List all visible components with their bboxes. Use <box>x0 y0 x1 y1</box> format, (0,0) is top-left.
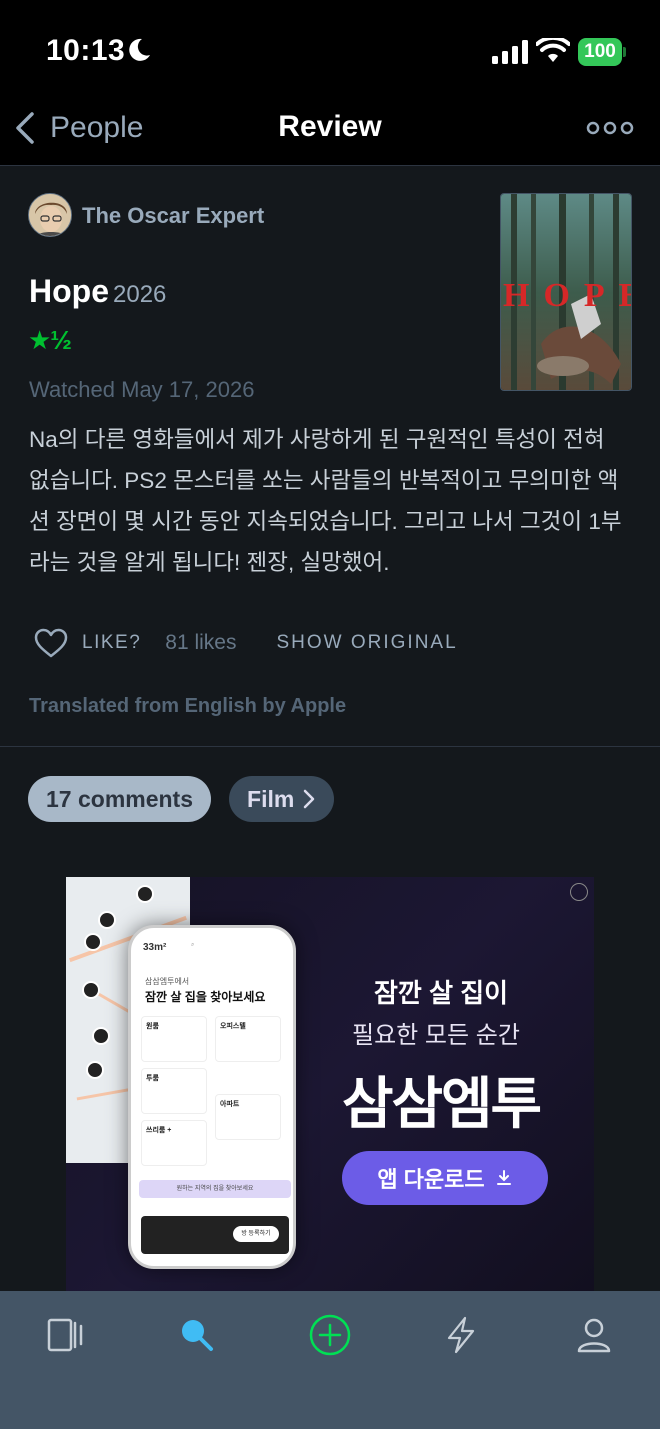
search-icon <box>182 1320 213 1351</box>
review-body: Na의 다른 영화들에서 제가 사랑하게 된 구원적인 특성이 전혀 없습니다.… <box>29 427 622 575</box>
download-icon <box>496 1170 511 1185</box>
lightning-icon <box>447 1316 475 1354</box>
activity-icon <box>47 1318 83 1352</box>
likes-count[interactable]: 81 likes <box>165 631 236 655</box>
ad-phone-subtitle: 삼삼엠투에서 <box>145 977 190 986</box>
avatar[interactable] <box>28 193 72 237</box>
review-actions: LIKE? 81 likes SHOW ORIGINAL <box>34 625 458 661</box>
profile-icon <box>577 1318 611 1353</box>
ad-phone-bar: 원하는 지역의 집을 찾아보세요 <box>139 1180 291 1198</box>
tab-search[interactable] <box>164 1311 230 1359</box>
ad-phone-title: 잠깐 살 집을 찾아보세요 <box>145 990 266 1004</box>
nav-bar: People Review <box>0 100 660 166</box>
ad-card: 투룸 <box>141 1068 207 1114</box>
ad-subheadline: 필요한 모든 순간 <box>352 1022 520 1049</box>
status-time: 10:13 <box>46 34 126 67</box>
tab-activity[interactable] <box>33 1311 99 1359</box>
wifi-icon <box>536 38 570 62</box>
status-bar: 10:13 100 <box>0 0 660 100</box>
film-pill-label: Film <box>247 785 295 812</box>
film-title[interactable]: Hope 2026 <box>29 273 166 310</box>
moon-icon <box>129 38 150 61</box>
film-title-text: Hope <box>29 273 109 309</box>
ad-download-label: 앱 다운로드 <box>377 1167 485 1192</box>
rating-stars: ★½ <box>28 325 72 355</box>
ad-phone-banner: 방 등록하기 <box>141 1216 289 1254</box>
ad-info-icon[interactable] <box>570 883 588 901</box>
poster-title-text: HOPE <box>503 277 632 314</box>
translation-note: Translated from English by Apple <box>29 695 347 717</box>
ad-card: 오피스텔 <box>215 1016 281 1062</box>
poster-image: HOPE <box>501 194 632 390</box>
ad-download-button[interactable]: 앱 다운로드 <box>342 1151 548 1205</box>
signal-icon <box>492 40 528 64</box>
ad-headline: 잠깐 살 집이 <box>374 978 509 1008</box>
add-icon <box>309 1314 351 1356</box>
comments-pill[interactable]: 17 comments <box>28 776 212 822</box>
ad-card: 원룸 <box>141 1016 207 1062</box>
show-original-button[interactable]: SHOW ORIGINAL <box>276 632 457 654</box>
tab-lightning[interactable] <box>428 1311 494 1359</box>
tab-bar <box>0 1291 660 1429</box>
ad-phone-logo: 33m² <box>143 942 167 953</box>
reviewer-name[interactable]: The Oscar Expert <box>82 203 264 229</box>
advertisement[interactable]: 33m² ⌕ 삼삼엠투에서 잠깐 살 집을 찾아보세요 원룸 오피스텔 투룸 아… <box>66 877 594 1291</box>
ad-card: 쓰리룸 + <box>141 1120 207 1166</box>
battery-level: 100 <box>578 38 622 66</box>
avatar-image <box>29 194 71 236</box>
watched-date: Watched May 17, 2026 <box>29 377 255 402</box>
tab-profile[interactable] <box>561 1311 627 1359</box>
like-button[interactable]: LIKE? <box>82 632 141 654</box>
ad-phone-button: 방 등록하기 <box>233 1226 279 1242</box>
review-links: 17 comments Film <box>28 776 335 822</box>
battery-indicator: 100 <box>578 38 626 66</box>
chevron-right-icon <box>304 789 315 809</box>
ad-phone-mockup: 33m² ⌕ 삼삼엠투에서 잠깐 살 집을 찾아보세요 원룸 오피스텔 투룸 아… <box>128 925 296 1269</box>
page-title: Review <box>278 110 382 143</box>
film-pill[interactable]: Film <box>229 776 335 822</box>
film-poster[interactable]: HOPE <box>500 193 632 391</box>
ad-card: 아파트 <box>215 1094 281 1140</box>
ad-phone-search: ⌕ <box>191 942 195 948</box>
heart-icon[interactable] <box>34 628 68 658</box>
review-section: The Oscar Expert HOPE Hope2026 ★½ <box>0 167 660 747</box>
tab-add[interactable] <box>297 1311 363 1359</box>
ad-brand-name: 삼삼엠투 <box>342 1072 542 1135</box>
film-year: 2026 <box>113 281 167 308</box>
battery-tip <box>623 47 626 57</box>
more-icon[interactable] <box>586 118 634 138</box>
